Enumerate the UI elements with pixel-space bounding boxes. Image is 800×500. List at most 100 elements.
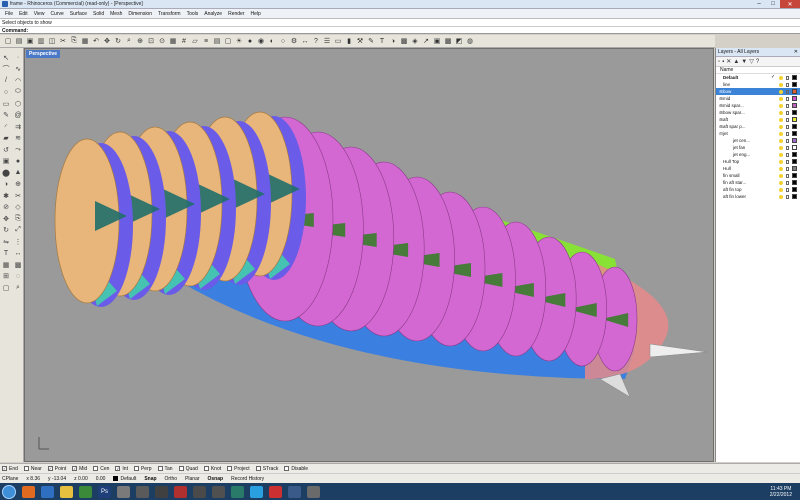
layer-row[interactable]: jet cen... bbox=[716, 137, 800, 144]
grid-icon[interactable]: # bbox=[179, 36, 189, 46]
layer-color-swatch[interactable] bbox=[792, 180, 797, 185]
visibility-bulb-icon[interactable] bbox=[779, 180, 783, 185]
menu-render[interactable]: Render bbox=[225, 11, 247, 17]
pan-icon[interactable]: ✥ bbox=[102, 36, 112, 46]
visibility-bulb-icon[interactable] bbox=[779, 117, 783, 122]
osnap-tan[interactable]: Tan bbox=[157, 466, 173, 472]
layer-color-swatch[interactable] bbox=[792, 166, 797, 171]
checkbox[interactable] bbox=[255, 466, 261, 471]
osnap-project[interactable]: Project bbox=[227, 466, 250, 472]
checkbox[interactable] bbox=[227, 466, 233, 471]
text-icon[interactable]: T bbox=[377, 36, 387, 46]
folder-icon[interactable] bbox=[60, 485, 73, 498]
script-icon[interactable]: ✎ bbox=[366, 36, 376, 46]
move-up-icon[interactable]: ▲ bbox=[733, 59, 739, 65]
sweep-icon[interactable]: ⤳ bbox=[12, 144, 24, 156]
menu-view[interactable]: View bbox=[31, 11, 48, 17]
maximize-icon[interactable]: □ bbox=[766, 0, 780, 8]
export-icon[interactable]: ↗ bbox=[421, 36, 431, 46]
layer-color-swatch[interactable] bbox=[792, 131, 797, 136]
copy-icon[interactable]: ⎘ bbox=[69, 36, 79, 46]
lock-icon[interactable] bbox=[786, 180, 789, 185]
zoom-selected-icon[interactable]: ⊙ bbox=[157, 36, 167, 46]
print-icon[interactable]: ▥ bbox=[36, 36, 46, 46]
copy-icon[interactable]: ⎘ bbox=[12, 213, 24, 225]
visibility-bulb-icon[interactable] bbox=[779, 131, 783, 136]
layer-color-swatch[interactable] bbox=[792, 89, 797, 94]
offset-icon[interactable]: ⇉ bbox=[12, 121, 24, 133]
ortho-toggle[interactable]: Ortho bbox=[165, 476, 178, 482]
lock-icon[interactable] bbox=[786, 145, 789, 150]
lock-icon[interactable] bbox=[786, 96, 789, 101]
layer-row[interactable]: fin aft star... bbox=[716, 179, 800, 186]
photoshop-icon[interactable]: Ps bbox=[98, 485, 111, 498]
mesh-icon[interactable]: ◈ bbox=[410, 36, 420, 46]
osnap-near[interactable]: Near bbox=[23, 466, 42, 472]
checkbox[interactable]: ✓ bbox=[47, 466, 53, 471]
layer-color-swatch[interactable] bbox=[792, 194, 797, 199]
plugin-icon[interactable]: ◩ bbox=[454, 36, 464, 46]
lock-icon[interactable] bbox=[786, 103, 789, 108]
render-icon[interactable]: ◉ bbox=[256, 36, 266, 46]
menu-dimension[interactable]: Dimension bbox=[125, 11, 155, 17]
save-icon[interactable]: ▣ bbox=[25, 36, 35, 46]
zoom-extents-icon[interactable]: ⊡ bbox=[146, 36, 156, 46]
palette-icon[interactable]: ▩ bbox=[399, 36, 409, 46]
settings-icon[interactable]: ⚙ bbox=[289, 36, 299, 46]
arc-icon[interactable]: ◠ bbox=[12, 75, 24, 87]
start-button[interactable] bbox=[2, 484, 16, 499]
explorer-icon[interactable] bbox=[41, 485, 54, 498]
layout-icon[interactable]: ▮ bbox=[344, 36, 354, 46]
layer-row[interactable]: Hull Top bbox=[716, 158, 800, 165]
visibility-bulb-icon[interactable] bbox=[779, 166, 783, 171]
osnap-end[interactable]: ✓ End bbox=[2, 466, 18, 472]
checkbox[interactable]: ✓ bbox=[72, 466, 78, 471]
delete-icon[interactable]: ✕ bbox=[726, 58, 731, 65]
spiral-icon[interactable]: @ bbox=[12, 110, 24, 122]
layer-row[interactable]: ⊞ bow bbox=[716, 88, 800, 95]
lock-icon[interactable] bbox=[786, 89, 789, 94]
boolean-icon[interactable]: ◑ bbox=[0, 179, 12, 191]
layer-color-swatch[interactable] bbox=[792, 124, 797, 129]
surface-icon[interactable]: ▰ bbox=[0, 133, 12, 145]
freeform-icon[interactable]: ✎ bbox=[0, 110, 12, 122]
checkbox[interactable] bbox=[284, 466, 290, 471]
visibility-bulb-icon[interactable] bbox=[779, 173, 783, 178]
menu-transform[interactable]: Transform bbox=[155, 11, 184, 17]
menu-tools[interactable]: Tools bbox=[184, 11, 202, 17]
rectangle-icon[interactable]: ▭ bbox=[0, 98, 12, 110]
hatch-icon[interactable]: ▦ bbox=[0, 259, 12, 271]
curve-icon[interactable]: ∿ bbox=[12, 64, 24, 76]
layer-color-swatch[interactable] bbox=[792, 117, 797, 122]
layer-row[interactable]: Default ✓ bbox=[716, 74, 800, 81]
visibility-bulb-icon[interactable] bbox=[779, 145, 783, 150]
visibility-bulb-icon[interactable] bbox=[779, 75, 783, 80]
lock-icon[interactable]: ▢ bbox=[0, 282, 12, 294]
cut-icon[interactable]: ✂ bbox=[58, 36, 68, 46]
trim-icon[interactable]: ✂ bbox=[12, 190, 24, 202]
analyze-icon[interactable]: ⌕ bbox=[12, 282, 24, 294]
new-layer-icon[interactable]: ▫ bbox=[718, 59, 720, 65]
record-history-toggle[interactable]: Record History bbox=[231, 476, 264, 482]
visibility-bulb-icon[interactable] bbox=[779, 103, 783, 108]
lock-icon[interactable] bbox=[786, 117, 789, 122]
layer-row[interactable]: jet eng... bbox=[716, 151, 800, 158]
scale-icon[interactable]: ⤢ bbox=[12, 225, 24, 237]
current-layer[interactable]: Default bbox=[113, 476, 136, 482]
color-icon[interactable]: ◑ bbox=[388, 36, 398, 46]
system-clock[interactable]: 11:43 PM 2/22/2012 bbox=[770, 486, 800, 498]
osnap-disable[interactable]: Disable bbox=[284, 466, 308, 472]
block-icon[interactable]: ▩ bbox=[12, 259, 24, 271]
layer-row[interactable]: ⊞ mid bbox=[716, 95, 800, 102]
mesh-icon[interactable]: ◇ bbox=[12, 202, 24, 214]
lock-icon[interactable] bbox=[786, 194, 789, 199]
circle-icon[interactable]: ○ bbox=[278, 36, 288, 46]
cube-icon[interactable]: ▣ bbox=[432, 36, 442, 46]
checkbox[interactable]: ✓ bbox=[115, 466, 121, 471]
hand-icon[interactable] bbox=[117, 485, 130, 498]
layer-color-swatch[interactable] bbox=[792, 145, 797, 150]
visibility-bulb-icon[interactable] bbox=[779, 138, 783, 143]
lock-icon[interactable] bbox=[786, 131, 789, 136]
app-icon-1[interactable] bbox=[136, 485, 149, 498]
osnap-knot[interactable]: Knot bbox=[203, 466, 221, 472]
